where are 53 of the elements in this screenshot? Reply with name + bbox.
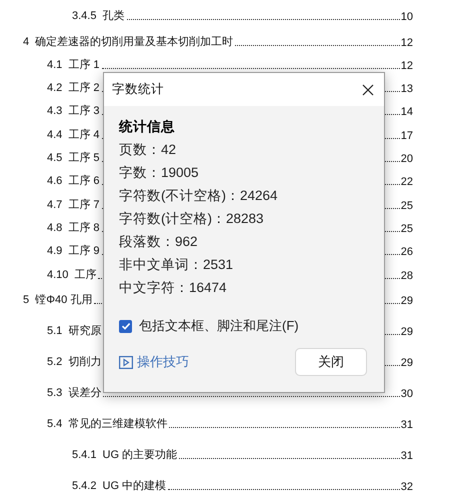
page-number: 12 bbox=[400, 60, 413, 72]
toc-entry: 5.1 研究原 bbox=[47, 324, 102, 338]
toc-entry: 4.7 工序 7 bbox=[47, 198, 100, 212]
page-number: 31 bbox=[400, 450, 413, 462]
stat-line: 段落数：962 bbox=[119, 233, 199, 251]
dialog-title: 字数统计 bbox=[112, 81, 165, 98]
page-number: 12 bbox=[400, 36, 413, 49]
stat-line: 中文字符：16474 bbox=[119, 279, 228, 297]
section-heading: 统计信息 bbox=[119, 118, 176, 136]
toc-entry: 5.4.2 UG 中的建模 bbox=[72, 478, 166, 493]
page-number: 29 bbox=[400, 326, 413, 338]
toc-entry: 4.9 工序 9 bbox=[47, 244, 100, 258]
toc-entry: 5.3 误差分 bbox=[47, 386, 102, 400]
toc-entry: 4.10 工序 bbox=[47, 268, 96, 282]
page-number: 22 bbox=[400, 176, 413, 188]
stat-line: 字数：19005 bbox=[119, 164, 200, 182]
page-number: 32 bbox=[400, 480, 413, 493]
close-button[interactable]: 关闭 bbox=[295, 348, 367, 376]
close-icon[interactable] bbox=[362, 84, 374, 96]
page-number: 28 bbox=[400, 270, 413, 282]
toc-entry: 4.3 工序 3 bbox=[47, 104, 100, 118]
tips-link[interactable]: 操作技巧 bbox=[137, 353, 189, 371]
page-number: 25 bbox=[400, 222, 413, 235]
toc-entry: 4.5 工序 5 bbox=[47, 150, 100, 166]
toc-entry: 4 确定差速器的切削用量及基本切削加工时 bbox=[23, 34, 234, 49]
checkbox-label: 包括文本框、脚注和尾注(F) bbox=[139, 317, 299, 335]
toc-entry: 4.6 工序 6 bbox=[47, 174, 100, 188]
toc-entry: 5.2 切削力 bbox=[47, 354, 102, 369]
toc-entry: 3.4.5 孔类 bbox=[72, 9, 125, 24]
page-number: 29 bbox=[400, 294, 413, 307]
toc-entry: 4.2 工序 2 bbox=[47, 80, 100, 96]
page-number: 20 bbox=[400, 153, 413, 166]
toc-entry: 4.1 工序 1 bbox=[47, 58, 100, 72]
stat-line: 非中文单词：2531 bbox=[119, 256, 234, 274]
page-number: 30 bbox=[400, 388, 413, 400]
stat-line: 字符数(计空格)：28283 bbox=[119, 210, 265, 228]
page-number: 26 bbox=[400, 246, 413, 258]
page-number: 17 bbox=[400, 130, 413, 142]
page-number: 13 bbox=[400, 83, 413, 96]
page-number: 10 bbox=[400, 11, 413, 24]
stat-line: 页数：42 bbox=[119, 141, 178, 159]
toc-entry: 5 镗Φ40 孔用 bbox=[23, 292, 92, 307]
page-number: 31 bbox=[400, 418, 413, 431]
play-icon bbox=[119, 356, 133, 368]
page-number: 29 bbox=[400, 356, 413, 369]
checkbox[interactable] bbox=[119, 320, 132, 332]
toc-entry: 4.4 工序 4 bbox=[47, 128, 100, 142]
stat-line: 字符数(不计空格)：24264 bbox=[119, 187, 279, 205]
toc-entry: 5.4 常见的三维建模软件 bbox=[47, 416, 168, 431]
toc-entry: 4.8 工序 8 bbox=[47, 220, 100, 235]
page-number: 14 bbox=[400, 106, 413, 118]
toc-entry: 5.4.1 UG 的主要功能 bbox=[72, 448, 178, 462]
page-number: 25 bbox=[400, 200, 413, 212]
